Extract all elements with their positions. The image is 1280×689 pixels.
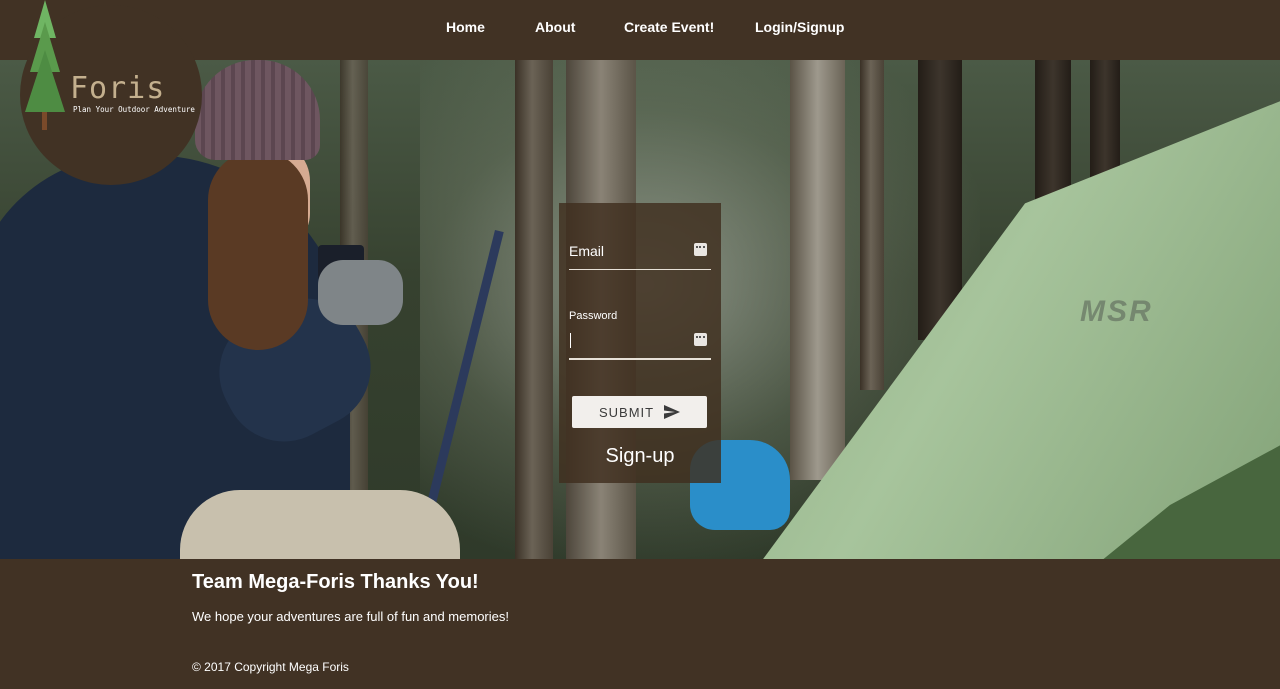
send-icon — [664, 405, 680, 419]
tree-trunk — [790, 60, 845, 480]
nav-link-about[interactable]: About — [535, 19, 575, 35]
site-logo[interactable]: Foris Plan Your Outdoor Adventure — [20, 0, 202, 185]
login-form: Email Password SUBMIT Sign-up — [559, 203, 721, 483]
submit-button[interactable]: SUBMIT — [572, 396, 707, 428]
nav-link-home[interactable]: Home — [446, 19, 485, 35]
password-manager-key-icon[interactable] — [694, 333, 707, 346]
text-caret — [570, 333, 571, 348]
logo-tagline: Plan Your Outdoor Adventure — [73, 105, 195, 114]
nav-link-login-signup[interactable]: Login/Signup — [755, 19, 844, 35]
tree-trunk — [515, 60, 553, 559]
password-manager-key-icon[interactable] — [694, 243, 707, 256]
nav-link-create-event[interactable]: Create Event! — [624, 19, 714, 35]
person-pants — [180, 490, 460, 559]
email-underline — [569, 269, 711, 270]
pine-tree-icon — [25, 0, 65, 130]
tree-trunk — [860, 60, 884, 390]
tree-trunk — [1090, 60, 1120, 180]
footer-title: Team Mega-Foris Thanks You! — [192, 571, 479, 593]
submit-label: SUBMIT — [599, 405, 655, 420]
footer-message: We hope your adventures are full of fun … — [192, 609, 509, 624]
footer: Team Mega-Foris Thanks You! We hope your… — [0, 559, 1280, 689]
password-label: Password — [569, 310, 618, 322]
password-underline — [569, 358, 711, 360]
knit-hat — [195, 60, 320, 160]
person-hair — [208, 150, 308, 350]
glove — [318, 260, 403, 325]
signup-link[interactable]: Sign-up — [559, 445, 721, 468]
tent-brand-mark: MSR — [1080, 295, 1153, 328]
copyright-text: © 2017 Copyright Mega Foris — [192, 660, 349, 674]
logo-title: Foris — [70, 71, 166, 106]
password-field[interactable] — [569, 331, 689, 353]
